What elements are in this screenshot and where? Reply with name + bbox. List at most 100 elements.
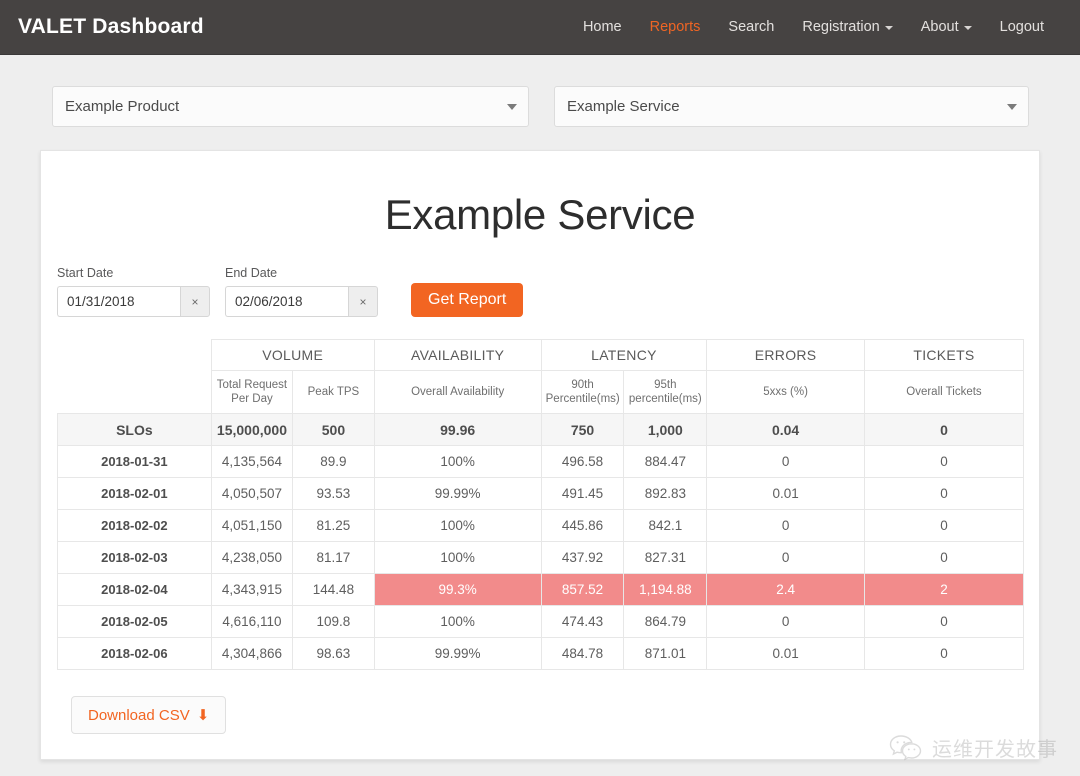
nav-link-search[interactable]: Search	[714, 11, 788, 43]
row-date-label: 2018-02-03	[57, 541, 212, 574]
group-header-latency: LATENCY	[540, 339, 708, 371]
table-cell: 0	[863, 509, 1025, 542]
slos-row: SLOs 15,000,000 500 99.96 750 1,000 0.04 0	[57, 413, 1025, 446]
service-select[interactable]: Example Service	[554, 86, 1029, 127]
metrics-table-head: VOLUME AVAILABILITY LATENCY ERRORS TICKETS T…	[57, 339, 1025, 414]
table-cell-alert: 1,194.88	[623, 573, 708, 606]
nav-link-label: Registration	[802, 19, 880, 35]
slos-cell: 15,000,000	[210, 413, 294, 446]
download-arrow-icon: ⬇	[196, 707, 210, 724]
nav-link-home[interactable]: Home	[569, 11, 636, 43]
table-cell: 81.25	[292, 509, 375, 542]
table-cell: 89.9	[292, 445, 375, 478]
table-cell-alert: 2	[863, 573, 1025, 606]
chevron-down-icon	[1007, 103, 1017, 110]
table-cell: 98.63	[292, 637, 375, 670]
download-csv-button[interactable]: Download CSV ⬇	[71, 696, 227, 734]
table-cell: 99.99%	[373, 637, 542, 670]
nav-link-label: About	[920, 19, 959, 35]
group-header-row: VOLUME AVAILABILITY LATENCY ERRORS TICKETS	[57, 339, 1025, 371]
table-cell: 0	[706, 605, 865, 638]
group-header-blank	[57, 339, 212, 371]
sub-header-4: 90th Percentile(ms)	[540, 370, 625, 414]
product-select-value: Example Product	[65, 98, 180, 115]
table-cell: 437.92	[540, 541, 625, 574]
start-date-clear-button[interactable]: ×	[180, 286, 210, 317]
nav-link-registration[interactable]: Registration	[788, 11, 906, 43]
row-date-label: 2018-02-04	[57, 573, 212, 606]
row-date-label: 2018-02-01	[57, 477, 212, 510]
table-cell: 871.01	[623, 637, 708, 670]
sub-header-3: Overall Availability	[373, 370, 542, 414]
start-date-wrap: ×	[57, 286, 210, 317]
table-cell: 0	[863, 445, 1025, 478]
table-cell: 99.99%	[373, 477, 542, 510]
table-cell: 474.43	[540, 605, 625, 638]
table-cell: 100%	[373, 541, 542, 574]
table-cell: 93.53	[292, 477, 375, 510]
table-cell: 0	[706, 541, 865, 574]
report-controls: Start Date × End Date × Get Report	[41, 239, 1039, 317]
product-select[interactable]: Example Product	[52, 86, 529, 127]
end-date-wrap: ×	[225, 286, 378, 317]
table-cell: 144.48	[292, 573, 375, 606]
table-cell: 484.78	[540, 637, 625, 670]
end-date-clear-button[interactable]: ×	[348, 286, 378, 317]
table-cell: 100%	[373, 445, 542, 478]
nav-link-reports[interactable]: Reports	[636, 11, 715, 43]
slos-row-label: SLOs	[57, 413, 212, 446]
metrics-table: VOLUME AVAILABILITY LATENCY ERRORS TICKETS T…	[57, 339, 1025, 670]
caret-down-icon	[884, 26, 893, 30]
row-date-label: 2018-01-31	[57, 445, 212, 478]
sub-header-blank	[57, 370, 212, 414]
table-cell: 496.58	[540, 445, 625, 478]
table-row: 2018-02-01 4,050,507 93.53 99.99% 491.45 892.…	[57, 477, 1025, 510]
table-cell: 827.31	[623, 541, 708, 574]
nav-link-label: Home	[582, 19, 622, 35]
slos-cell: 500	[292, 413, 375, 446]
table-cell: 445.86	[540, 509, 625, 542]
nav-link-label: Logout	[999, 19, 1044, 35]
row-date-label: 2018-02-02	[57, 509, 212, 542]
table-cell: 864.79	[623, 605, 708, 638]
row-date-label: 2018-02-06	[57, 637, 212, 670]
nav-link-about[interactable]: About	[907, 11, 986, 43]
nav-links: Home Reports Search Registration About Logout	[569, 11, 1058, 43]
table-cell-alert: 857.52	[540, 573, 625, 606]
slos-cell: 750	[540, 413, 625, 446]
table-cell: 0	[863, 637, 1025, 670]
caret-down-icon	[963, 26, 972, 30]
table-row: 2018-02-02 4,051,150 81.25 100% 445.86 842.1 0…	[57, 509, 1025, 542]
table-cell: 4,238,050	[210, 541, 294, 574]
sub-header-7: Overall Tickets	[863, 370, 1025, 414]
nav-link-label: Reports	[649, 19, 701, 35]
slos-cell: 0.04	[706, 413, 865, 446]
table-cell: 884.47	[623, 445, 708, 478]
metrics-table-wrap: VOLUME AVAILABILITY LATENCY ERRORS TICKETS T…	[41, 317, 1039, 670]
table-cell: 842.1	[623, 509, 708, 542]
nav-link-logout[interactable]: Logout	[986, 11, 1058, 43]
nav-link-label: Search	[728, 19, 775, 35]
download-csv-label: Download CSV	[88, 706, 190, 724]
table-cell: 100%	[373, 509, 542, 542]
sub-header-5: 95th percentile(ms)	[623, 370, 708, 414]
table-cell: 0.01	[706, 637, 865, 670]
get-report-button[interactable]: Get Report	[411, 283, 524, 317]
slos-cell: 1,000	[623, 413, 708, 446]
table-cell: 4,050,507	[210, 477, 294, 510]
table-row: 2018-02-06 4,304,866 98.63 99.99% 484.78 871.…	[57, 637, 1025, 670]
end-date-label: End Date	[225, 266, 278, 280]
table-row: 2018-02-03 4,238,050 81.17 100% 437.92 827.31…	[57, 541, 1025, 574]
end-date-input[interactable]	[225, 286, 348, 317]
table-row: 2018-01-31 4,135,564 89.9 100% 496.58 884.47 0…	[57, 445, 1025, 478]
table-cell: 4,304,866	[210, 637, 294, 670]
start-date-input[interactable]	[57, 286, 180, 317]
download-wrap: Download CSV ⬇	[41, 670, 1039, 734]
table-cell: 4,051,150	[210, 509, 294, 542]
metrics-table-body: SLOs 15,000,000 500 99.96 750 1,000 0.04 0 2018-…	[57, 413, 1025, 670]
table-row: 2018-02-04 4,343,915 144.48 99.3% 857.52 1,19…	[57, 573, 1025, 606]
table-cell: 100%	[373, 605, 542, 638]
service-select-value: Example Service	[567, 98, 680, 115]
report-card: Example Service Start Date × End Date × …	[40, 150, 1040, 760]
table-cell: 0	[863, 541, 1025, 574]
